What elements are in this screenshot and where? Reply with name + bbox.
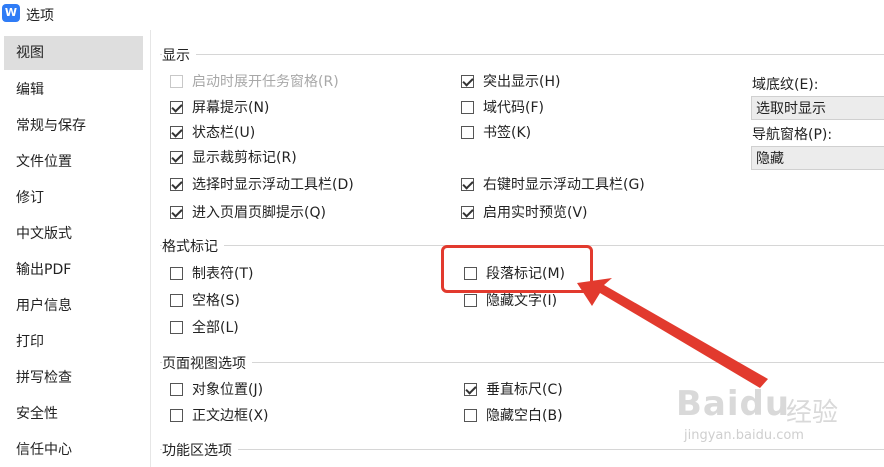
- checkbox-box[interactable]: [170, 126, 183, 139]
- checkbox-box[interactable]: [461, 178, 474, 191]
- field-shading-dropdown[interactable]: 选取时显示: [751, 96, 884, 120]
- checkbox-label: 显示裁剪标记(R): [192, 150, 297, 166]
- checkbox-box[interactable]: [170, 151, 183, 164]
- sidebar-item-chinese-layout[interactable]: 中文版式: [4, 217, 143, 251]
- section-divider: [160, 449, 884, 450]
- watermark-brand: Baidu: [676, 384, 791, 424]
- checkbox-label: 状态栏(U): [192, 125, 256, 141]
- checkbox-box[interactable]: [464, 294, 477, 307]
- checkbox-label: 域代码(F): [483, 100, 544, 116]
- checkbox-box[interactable]: [170, 206, 183, 219]
- section-title-format-marks: 格式标记: [162, 236, 224, 256]
- checkbox-label: 书签(K): [483, 125, 532, 141]
- checkbox-label: 隐藏空白(B): [486, 408, 563, 424]
- checkbox-box[interactable]: [461, 206, 474, 219]
- checkbox-box[interactable]: [170, 409, 183, 422]
- checkbox-box[interactable]: [170, 383, 183, 396]
- checkbox-box[interactable]: [170, 294, 183, 307]
- checkbox-label: 制表符(T): [192, 266, 254, 282]
- sidebar-item-view[interactable]: 视图: [4, 36, 143, 70]
- sidebar-item-output-pdf[interactable]: 输出PDF: [4, 253, 143, 287]
- checkbox-box[interactable]: [170, 321, 183, 334]
- checkbox-label: 对象位置(J): [192, 382, 264, 398]
- checkbox-box[interactable]: [461, 126, 474, 139]
- options-sidebar: 视图 编辑 常规与保存 文件位置 修订 中文版式 输出PDF 用户信息 打印 拼…: [0, 30, 151, 467]
- sidebar-item-edit[interactable]: 编辑: [4, 73, 143, 107]
- checkbox-label: 启动时展开任务窗格(R): [192, 74, 339, 90]
- section-divider: [160, 362, 884, 363]
- checkbox-label: 全部(L): [192, 320, 239, 336]
- annotation-highlight-box: [441, 245, 593, 293]
- section-title-page-view: 页面视图选项: [162, 353, 252, 373]
- sidebar-item-spell-check[interactable]: 拼写检查: [4, 361, 143, 395]
- checkbox-box[interactable]: [464, 409, 477, 422]
- checkbox-label: 垂直标尺(C): [486, 382, 563, 398]
- section-divider: [160, 54, 884, 55]
- checkbox-label: 正文边框(X): [192, 408, 269, 424]
- checkbox-box[interactable]: [464, 383, 477, 396]
- checkbox-box[interactable]: [170, 75, 183, 88]
- checkbox-box[interactable]: [461, 101, 474, 114]
- sidebar-item-revision[interactable]: 修订: [4, 181, 143, 215]
- nav-pane-label: 导航窗格(P):: [752, 127, 833, 143]
- checkbox-label: 启用实时预览(V): [483, 205, 588, 221]
- sidebar-item-trust-center[interactable]: 信任中心: [4, 433, 143, 467]
- sidebar-item-user-info[interactable]: 用户信息: [4, 289, 143, 323]
- sidebar-item-general-save[interactable]: 常规与保存: [4, 109, 143, 143]
- app-logo-icon: W: [2, 4, 20, 22]
- checkbox-label: 屏幕提示(N): [192, 100, 270, 116]
- field-shading-label: 域底纹(E):: [752, 77, 819, 93]
- checkbox-box[interactable]: [170, 267, 183, 280]
- sidebar-item-security[interactable]: 安全性: [4, 397, 143, 431]
- watermark-cn: 经验: [786, 398, 839, 428]
- checkbox-label: 隐藏文字(I): [486, 293, 558, 309]
- checkbox-label: 突出显示(H): [483, 74, 561, 90]
- checkbox-box[interactable]: [170, 178, 183, 191]
- nav-pane-dropdown[interactable]: 隐藏: [751, 146, 884, 170]
- section-title-display: 显示: [162, 45, 196, 65]
- section-title-ribbon: 功能区选项: [162, 440, 238, 460]
- sidebar-item-file-location[interactable]: 文件位置: [4, 145, 143, 179]
- watermark-url: jingyan.baidu.com: [684, 428, 804, 443]
- window-title: 选项: [26, 8, 54, 24]
- checkbox-label: 进入页眉页脚提示(Q): [192, 205, 326, 221]
- checkbox-label: 选择时显示浮动工具栏(D): [192, 177, 354, 193]
- title-bar: W 选项: [0, 0, 884, 30]
- checkbox-label: 空格(S): [192, 293, 240, 309]
- sidebar-item-print[interactable]: 打印: [4, 325, 143, 359]
- checkbox-box[interactable]: [461, 75, 474, 88]
- checkbox-label: 右键时显示浮动工具栏(G): [483, 177, 645, 193]
- checkbox-box[interactable]: [170, 101, 183, 114]
